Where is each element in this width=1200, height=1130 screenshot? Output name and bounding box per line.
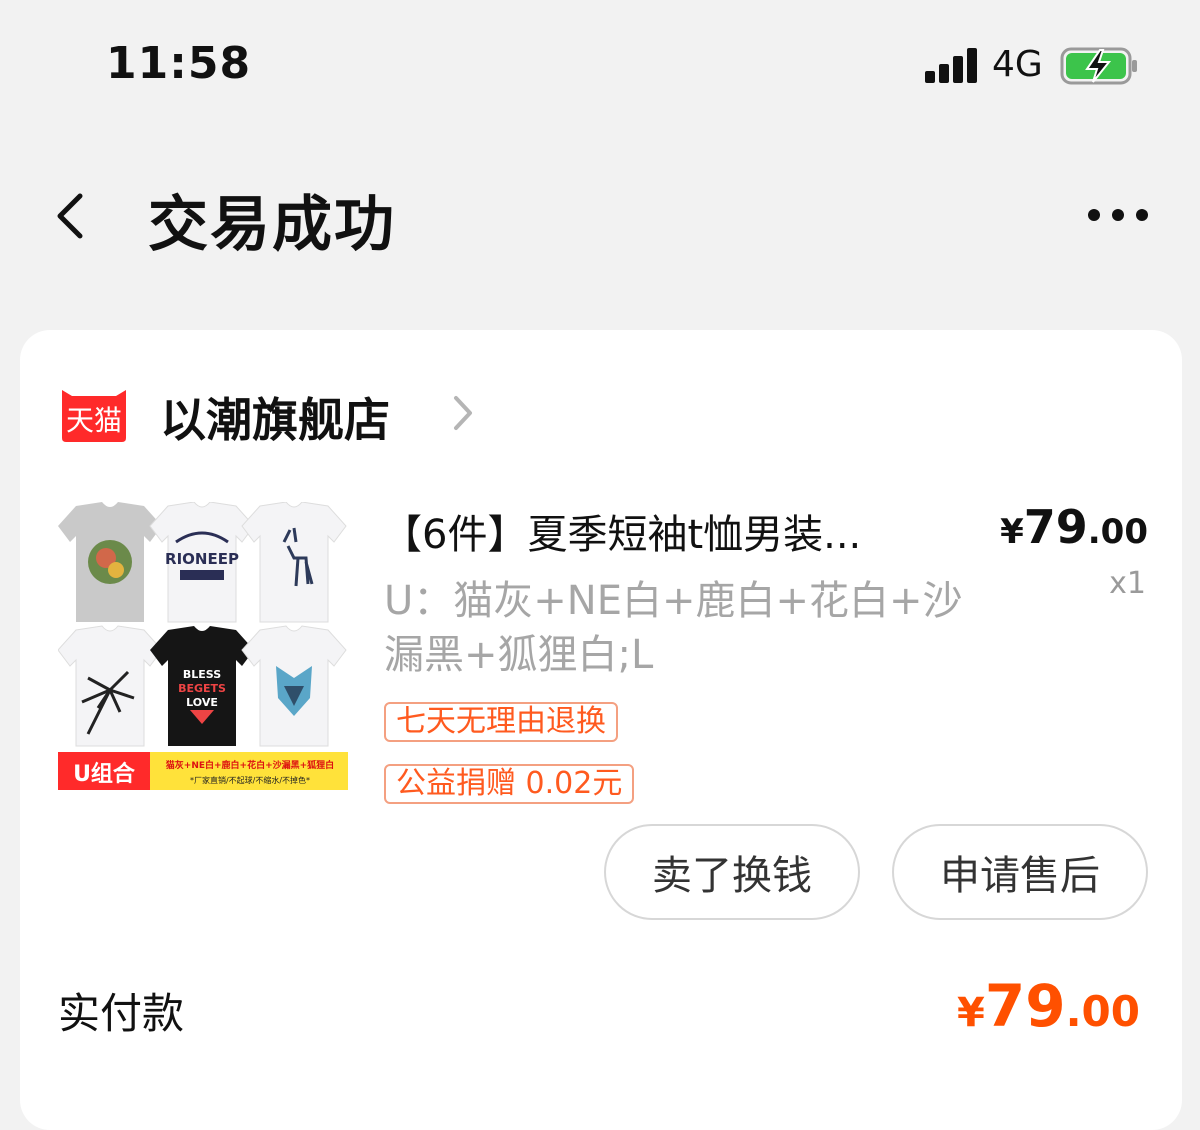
price-decimal: .00 [1087,512,1148,552]
return-policy-tag: 七天无理由退换 [384,702,618,742]
cellular-signal-icon [925,47,981,83]
product-title[interactable]: 【6件】夏季短袖t恤男装... [382,502,942,560]
paid-decimal: .00 [1065,987,1140,1036]
chevron-right-icon[interactable] [450,390,476,436]
network-type: 4G [992,44,1043,85]
sell-button[interactable]: 卖了换钱 [604,824,860,920]
banner-line-1: 猫灰+NE白+鹿白+花白+沙漏黑+狐狸白 [166,759,334,771]
battery-charging-icon [1060,47,1137,85]
page-title: 交易成功 [148,190,396,260]
tmall-badge-text: 天猫 [66,404,122,437]
print-bless: BLESS [183,668,221,681]
product-sku: U：猫灰+NE白+鹿白+花白+沙漏黑+狐狸白;L [384,578,963,678]
price-currency: ¥ [1000,512,1024,552]
print-begets: BEGETS [178,682,226,695]
paid-integer: 79 [984,972,1066,1040]
status-bar: 11:58 4G [0,0,1200,130]
print-love: LOVE [186,696,218,709]
banner-label: U组合 [73,761,136,787]
more-options-icon[interactable] [1086,200,1150,230]
paid-amount-label: 实付款 [58,989,185,1038]
paid-amount: ¥79.00 [957,972,1140,1040]
shop-name[interactable]: 以潮旗舰店 [160,384,390,450]
nav-bar: 交易成功 [0,150,1200,280]
charity-donation-tag: 公益捐赠 0.02元 [384,764,635,804]
tmall-logo: 天猫 [62,390,126,442]
after-sale-button[interactable]: 申请售后 [892,824,1148,920]
paid-currency: ¥ [957,990,985,1036]
back-arrow-icon[interactable] [52,188,92,244]
status-time: 11:58 [106,38,252,89]
banner-line-2: *厂家直销/不起球/不缩水/不掉色* [190,775,310,785]
product-quantity: x1 [1109,566,1146,601]
product-price: ¥79.00 [1000,500,1148,554]
product-image[interactable]: RIONEEP BLESS BEGETS LOVE U组合 猫灰+NE白+鹿白+… [58,502,348,790]
print-rioneep: RIONEEP [165,550,239,568]
price-integer: 79 [1023,500,1088,554]
order-card: 天猫 以潮旗舰店 RIONEEP BLESS BEGETS LOVE U组合 猫… [20,330,1182,1130]
